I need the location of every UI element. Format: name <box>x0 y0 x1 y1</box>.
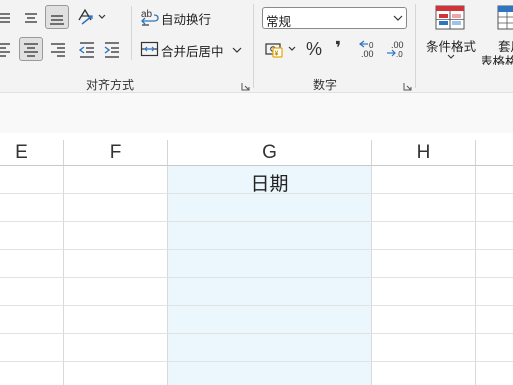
group-separator <box>253 4 254 88</box>
gridline <box>0 277 513 278</box>
gridline <box>0 305 513 306</box>
wrap-text-button[interactable]: ab 自动换行 <box>138 6 214 28</box>
decrease-decimal-icon: .00 .0 <box>387 40 404 59</box>
format-as-table-label-bottom: 表格格 <box>482 55 513 65</box>
chevron-down-icon <box>447 54 455 59</box>
dialog-launcher-icon[interactable] <box>403 82 412 91</box>
align-left-icon <box>0 43 10 57</box>
selected-column-highlight <box>168 166 371 385</box>
wrap-text-icon: ab <box>141 9 159 26</box>
cell-g1[interactable]: 日期 <box>168 169 371 196</box>
decrease-indent-button[interactable] <box>76 38 98 60</box>
conditional-formatting-button[interactable]: 条件格式 <box>420 3 480 65</box>
wrap-text-label: 自动换行 <box>161 13 212 27</box>
formula-bar-area <box>0 92 513 133</box>
column-header-f[interactable]: F <box>64 140 168 166</box>
align-bottom-button[interactable] <box>45 5 69 29</box>
conditional-formatting-icon <box>435 5 465 30</box>
percent-style-button[interactable]: % <box>304 38 326 60</box>
gridline <box>63 166 64 385</box>
align-middle-button[interactable] <box>0 6 14 28</box>
text-orientation-icon <box>78 8 106 25</box>
increase-indent-button[interactable] <box>102 38 124 60</box>
number-group-label: 数字 <box>313 78 338 92</box>
gridline <box>167 166 168 385</box>
align-center-icon <box>24 43 38 57</box>
align-vcenter-icon <box>25 13 37 23</box>
number-format-value: 常规 <box>266 15 292 29</box>
decrease-decimal-button[interactable]: .00 .0 <box>385 38 407 60</box>
format-as-table-button[interactable]: 套用 表格格 <box>482 3 513 65</box>
orientation-button[interactable] <box>76 6 108 28</box>
dialog-launcher-icon[interactable] <box>241 82 250 91</box>
chevron-down-icon <box>232 47 242 53</box>
align-center-button[interactable] <box>19 37 43 61</box>
cell-grid[interactable]: 日期 <box>0 166 513 385</box>
column-header-g[interactable]: G <box>168 140 372 166</box>
group-separator <box>415 4 416 88</box>
svg-text:.0: .0 <box>396 50 403 59</box>
align-right-icon <box>51 43 65 57</box>
chevron-down-icon <box>393 15 403 21</box>
separator <box>131 6 132 60</box>
gridline <box>475 166 476 385</box>
align-left-button[interactable] <box>0 38 14 60</box>
gridline <box>371 166 372 385</box>
align-center-vertical-button[interactable] <box>22 6 42 28</box>
increase-indent-icon <box>104 42 119 58</box>
merge-center-button[interactable]: 合并后居中 <box>138 38 244 60</box>
align-middle-icon <box>0 13 10 23</box>
gridline <box>0 361 513 362</box>
alignment-group-label: 对齐方式 <box>86 78 135 92</box>
column-header-h[interactable]: H <box>372 140 476 166</box>
number-format-dropdown[interactable]: 常规 <box>262 7 407 29</box>
gridline <box>0 249 513 250</box>
gridline <box>0 333 513 334</box>
align-right-button[interactable] <box>48 38 70 60</box>
increase-decimal-icon: .00 0 <box>359 40 374 59</box>
gridline <box>0 221 513 222</box>
svg-text:0: 0 <box>369 41 374 50</box>
format-as-table-icon <box>497 5 513 30</box>
increase-decimal-button[interactable]: .00 0 <box>358 38 380 60</box>
column-header-e[interactable]: E <box>0 140 64 166</box>
svg-text:.00: .00 <box>361 49 374 59</box>
ribbon: ab 自动换行 合并后居中 对齐方式 常规 ¥ % ❜ .00 0 .00 .0… <box>0 0 513 92</box>
accounting-format-button[interactable]: ¥ <box>264 38 300 60</box>
accounting-format-icon: ¥ <box>265 43 296 58</box>
percent-icon: % <box>306 39 323 59</box>
svg-text:ab: ab <box>141 9 153 20</box>
align-bottom-icon <box>50 15 64 25</box>
merge-center-label: 合并后居中 <box>161 45 224 59</box>
comma-style-button[interactable]: ❜ <box>331 38 349 60</box>
decrease-indent-icon <box>78 42 94 58</box>
comma-style-icon: ❜ <box>335 38 342 58</box>
svg-text:¥: ¥ <box>275 51 279 58</box>
column-header-i[interactable] <box>476 140 513 166</box>
merge-center-icon <box>140 41 159 57</box>
svg-text:.00: .00 <box>391 40 404 50</box>
